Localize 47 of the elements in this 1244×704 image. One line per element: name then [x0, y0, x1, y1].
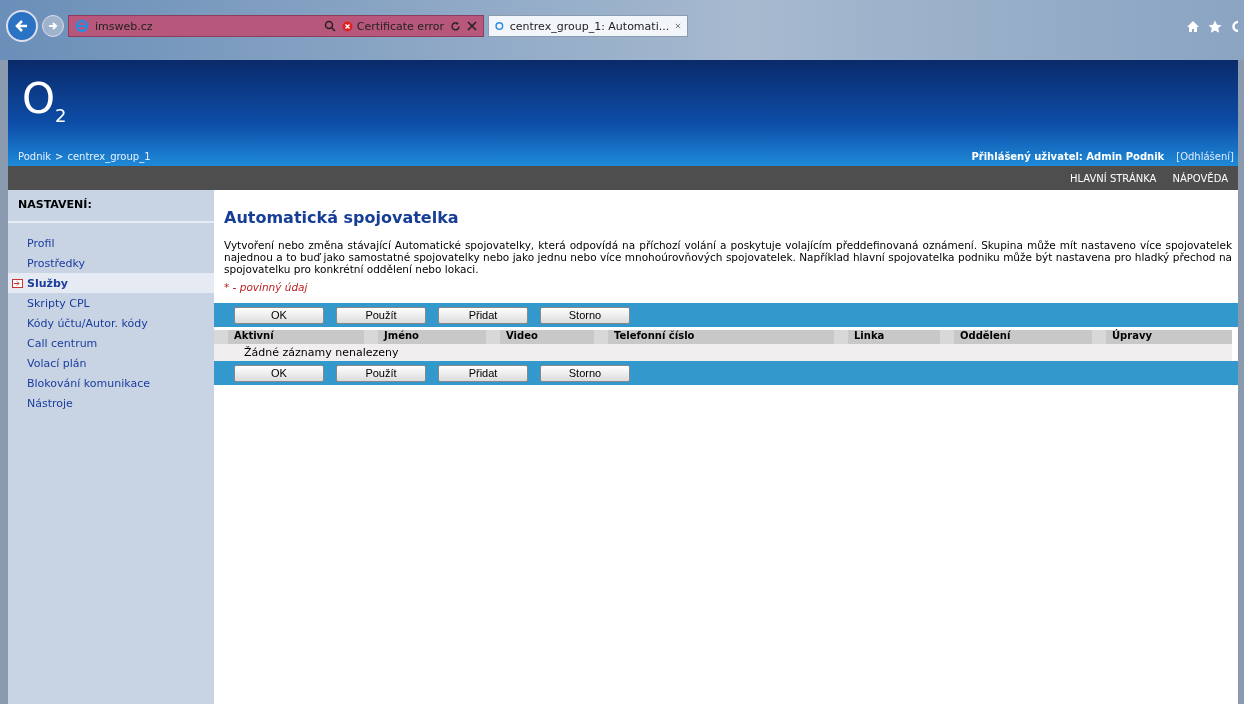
forward-button[interactable]	[42, 15, 64, 37]
form-button[interactable]: Storno	[540, 364, 630, 382]
search-icon[interactable]	[323, 20, 336, 32]
sidebar-title: NASTAVENÍ:	[8, 190, 214, 223]
form-button[interactable]: Použít	[336, 364, 426, 382]
home-icon[interactable]	[1186, 19, 1200, 33]
description-text: Vytvoření nebo změna stávající Automatické spojovatelky, která odpovídá na příchozí volání a poskytuje volajícím předdefinovaná oznámení. Skupina může mít nastaveno více spojovatelek najednou a to buď jako samostatné spojovatelky nebo jako jednu nebo více mnohoúrovňových spojovatelek. Například hlavní spojovatelka podniku může být nastavena pro hladký přechod na spojovatelku pro konkrétní oddělení nebo lokaci.	[224, 239, 1232, 275]
form-button[interactable]: Přidat	[438, 306, 528, 324]
form-button[interactable]: OK	[234, 364, 324, 382]
required-note: * - povinný údaj	[224, 281, 309, 293]
breadcrumb-link[interactable]: Podnik	[18, 151, 52, 162]
browser-tab[interactable]: centrex_group_1: Automati...	[488, 15, 688, 37]
sidebar-item[interactable]: Služby	[8, 273, 214, 293]
error-icon	[341, 20, 353, 32]
arrow-icon	[12, 278, 23, 288]
address-bar[interactable]: imsweb.cz Certificate error	[68, 15, 484, 37]
form-button[interactable]: Přidat	[438, 364, 528, 382]
sidebar-item[interactable]: Profil	[8, 233, 214, 253]
close-icon[interactable]	[467, 21, 477, 31]
sidebar-item[interactable]: Volací plán	[8, 353, 214, 373]
tab-title: centrex_group_1: Automati...	[509, 19, 670, 33]
sidebar-item[interactable]: Blokování komunikace	[8, 373, 214, 393]
logo: O$_{2}$	[21, 73, 68, 126]
page-title: Automatická spojovatelka	[224, 208, 460, 227]
back-button[interactable]	[6, 10, 38, 42]
star-icon[interactable]	[1208, 19, 1222, 33]
arrow-icon	[48, 21, 58, 31]
refresh-icon[interactable]	[450, 20, 461, 32]
breadcrumb-separator: >	[55, 151, 64, 162]
form-button[interactable]: Použít	[336, 306, 426, 324]
user-label: Přihlášený uživatel: Admin Podnik	[971, 151, 1165, 162]
form-button[interactable]: Storno	[540, 306, 630, 324]
sidebar-item[interactable]: Kódy účtu/Autor. kódy	[8, 313, 214, 333]
logout-link[interactable]: [Odhlášení]	[1176, 151, 1234, 162]
sidebar-item[interactable]: Nástroje	[8, 393, 214, 413]
sidebar-item[interactable]: Prostředky	[8, 253, 214, 273]
sidebar-item[interactable]: Skripty CPL	[8, 293, 214, 313]
breadcrumb-link[interactable]: centrex_group_1	[67, 151, 151, 162]
arrow-icon	[15, 19, 29, 33]
empty-message: Žádné záznamy nenalezeny	[214, 344, 1232, 361]
form-button[interactable]: OK	[234, 306, 324, 324]
nav-link[interactable]: HLAVNÍ STRÁNKA	[1069, 172, 1157, 184]
close-icon[interactable]	[675, 22, 681, 30]
nav-link[interactable]: NÁPOVĚDA	[1172, 172, 1228, 184]
certificate-error-link[interactable]: Certificate error	[356, 19, 444, 33]
sidebar-item[interactable]: Call centrum	[8, 333, 214, 353]
url-text: imsweb.cz	[95, 19, 154, 33]
